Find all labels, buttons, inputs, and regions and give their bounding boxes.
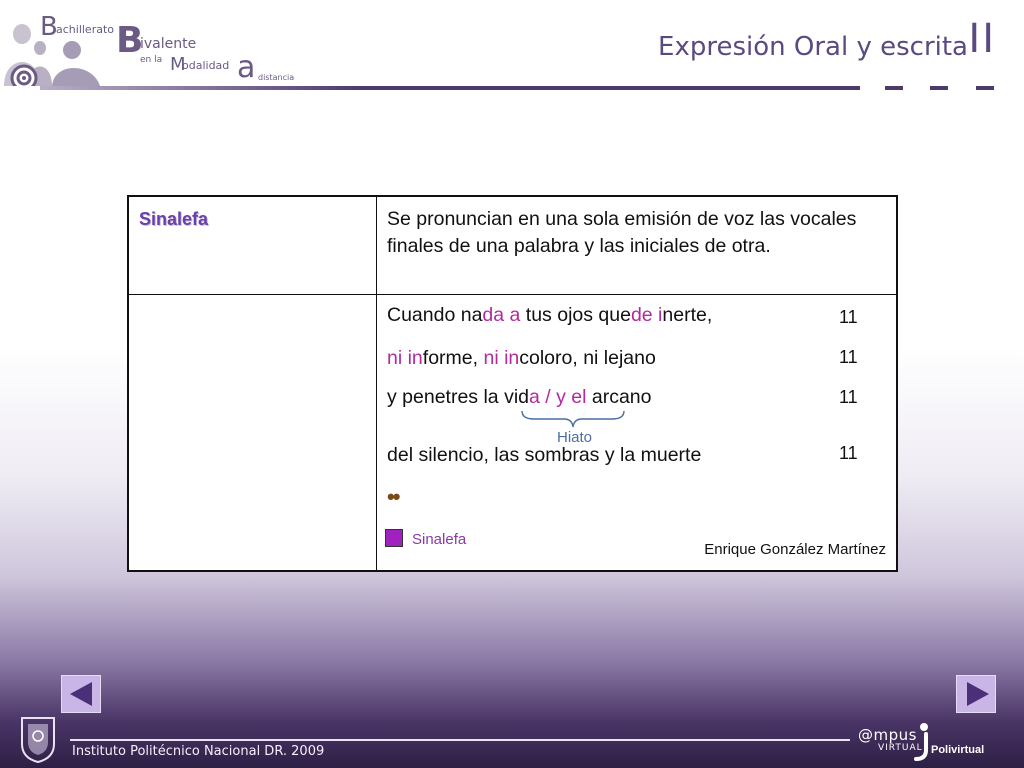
logo-letter-a: a xyxy=(237,50,256,85)
verse-text: del silencio, las sombras y la muerte xyxy=(387,444,702,466)
verse-text: Cuando na xyxy=(387,304,483,326)
decorative-dots: •• xyxy=(387,484,400,509)
triangle-left-icon xyxy=(70,682,92,706)
verse-line-3: y penetres la vida / y el arcano xyxy=(387,386,652,409)
syllable-count: 11 xyxy=(839,387,858,407)
header: B achillerato B ivalente en la M odalida… xyxy=(0,0,1024,100)
previous-slide-button[interactable] xyxy=(61,675,101,713)
term-label: Sinalefa xyxy=(139,209,209,229)
sinalefa-fragment: da a xyxy=(482,304,521,326)
author-credit: Enrique González Martínez xyxy=(704,541,886,558)
term-definition: Se pronuncian en una sola emisión de voz… xyxy=(387,208,857,257)
institute-credit: Instituto Politécnico Nacional DR. 2009 xyxy=(72,744,325,759)
syllable-count: 11 xyxy=(839,443,858,463)
table-row-divider xyxy=(129,294,896,295)
logo-word-distancia: distancia xyxy=(258,73,295,82)
hiato-brace xyxy=(521,410,625,428)
verse-line-1: Cuando nada a tus ojos quede inerte, xyxy=(387,304,712,327)
hiato-label: Hiato xyxy=(557,429,593,446)
verse-text: y penetres la vid xyxy=(387,386,529,408)
verse-line-2: ni informe, ni incoloro, ni lejano xyxy=(387,347,656,370)
logo-word-en-la: en la xyxy=(140,55,163,65)
header-dash xyxy=(885,86,903,90)
footer-divider xyxy=(70,739,850,741)
ipn-crest-logo xyxy=(21,717,55,764)
logo-word-modalidad: odalidad xyxy=(182,59,230,72)
campus-logo-text: @mpus xyxy=(858,726,917,744)
next-slide-button[interactable] xyxy=(956,675,996,713)
table-column-divider xyxy=(376,197,377,570)
sinalefa-fragment: a / y el xyxy=(529,386,587,408)
verse-line-4: del silencio, las sombras y la muerte xyxy=(387,444,701,467)
verse-text: forme, xyxy=(422,347,484,369)
sinalefa-fragment: ni in xyxy=(483,347,520,369)
syllable-count: 11 xyxy=(839,347,858,367)
verse-text: nerte, xyxy=(662,304,713,326)
verse-text: coloro, ni lejano xyxy=(519,347,656,369)
syllable-count: 11 xyxy=(839,307,858,327)
header-dash xyxy=(930,86,948,90)
header-dash xyxy=(976,86,994,90)
sinalefa-fragment: de i xyxy=(630,304,663,326)
campus-virtual-logo: @mpus VIRTUAL xyxy=(858,725,922,753)
triangle-right-icon xyxy=(967,682,989,706)
logo-word-bivalente: ivalente xyxy=(140,36,197,52)
verse-text: tus ojos que xyxy=(520,304,631,326)
verse-text: arcano xyxy=(586,386,652,408)
header-divider xyxy=(40,86,860,90)
polivirtual-label: Polivirtual xyxy=(931,744,985,756)
sinalefa-table: Sinalefa Se pronuncian en una sola emisi… xyxy=(127,195,898,572)
sinalefa-fragment: ni in xyxy=(387,347,423,369)
course-title: Expresión Oral y escrita xyxy=(658,32,968,62)
polivirtual-figure-icon xyxy=(914,723,928,761)
legend-label: Sinalefa xyxy=(412,531,467,548)
legend-swatch xyxy=(385,529,403,547)
logo-word-bachillerato: achillerato xyxy=(56,23,115,36)
course-roman-numeral: II xyxy=(968,16,996,62)
